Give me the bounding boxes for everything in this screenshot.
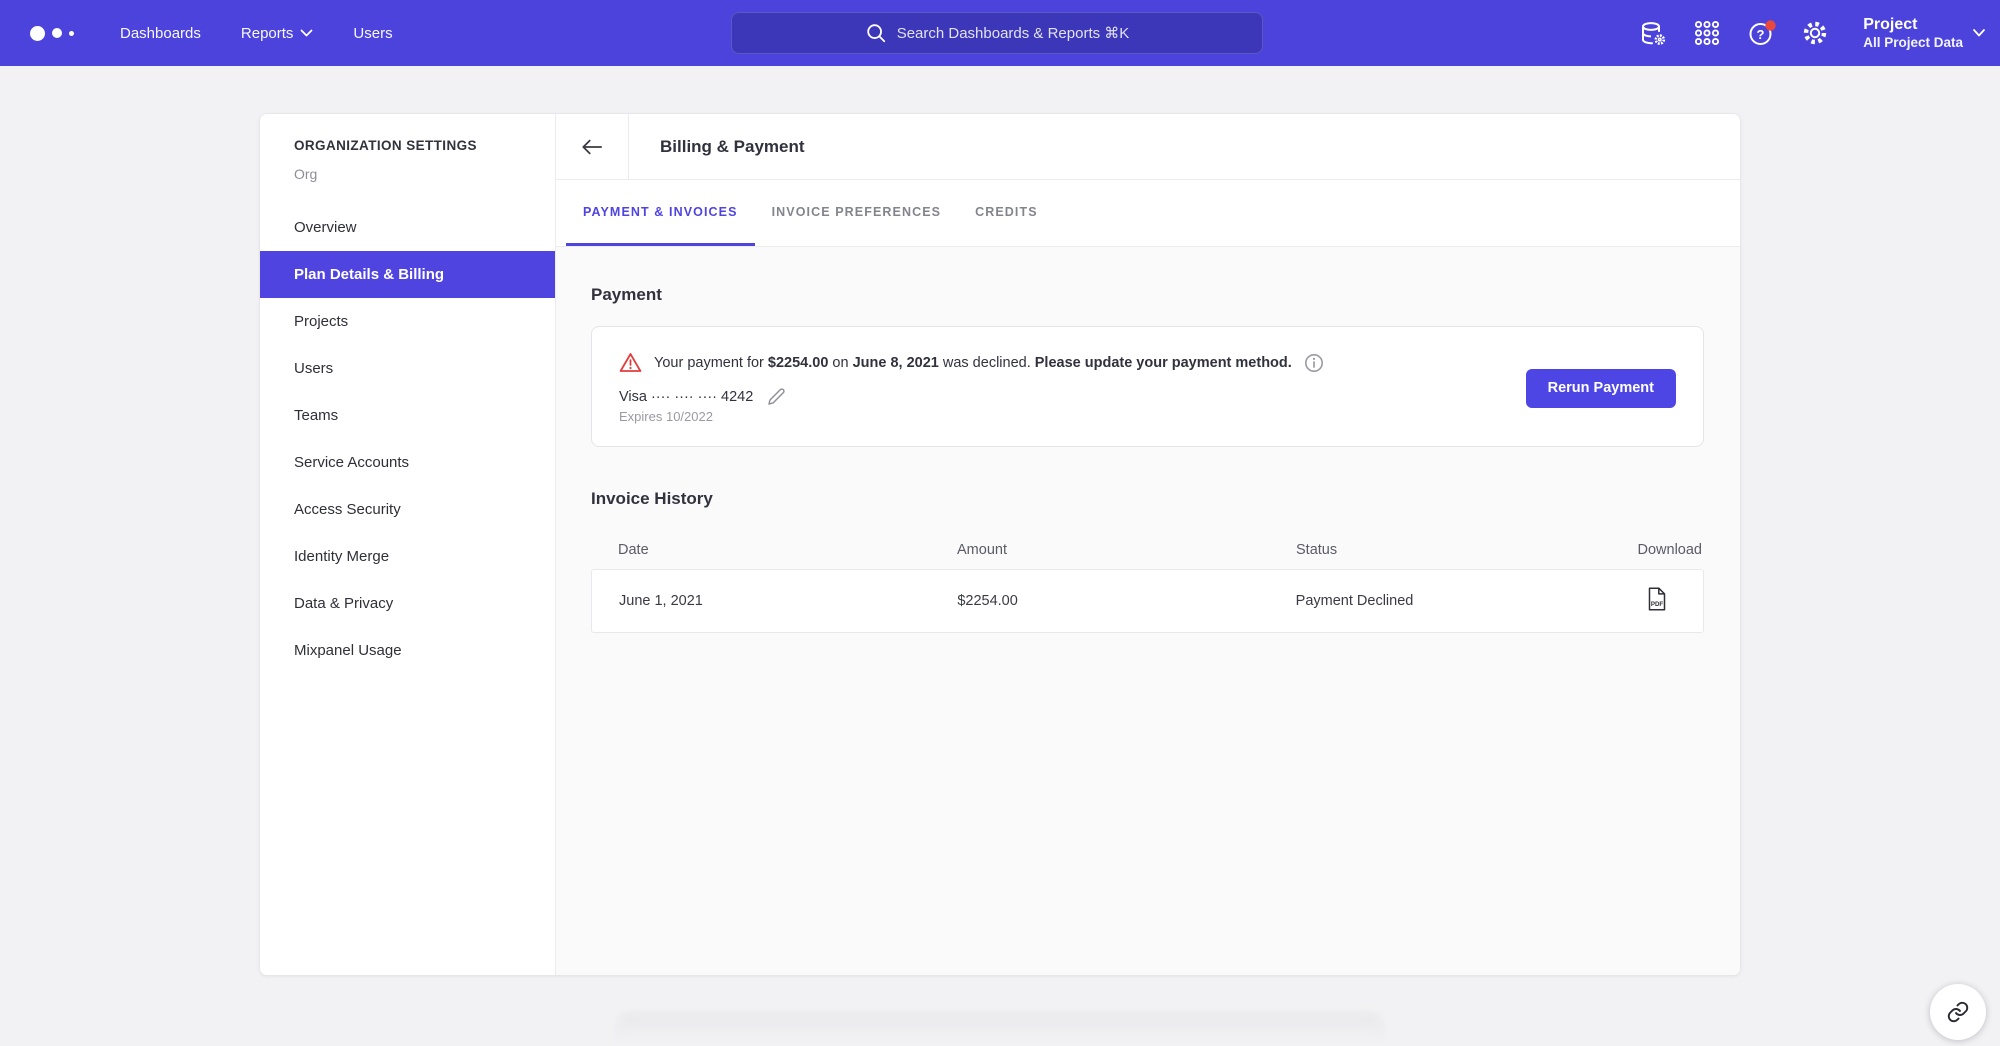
sidebar-item-plan-details-billing[interactable]: Plan Details & Billing bbox=[260, 251, 555, 298]
alert-cta: Please update your payment method. bbox=[1035, 355, 1292, 371]
primary-nav-links: Dashboards Reports Users bbox=[120, 25, 393, 42]
pencil-icon[interactable] bbox=[767, 387, 786, 406]
nav-link-label: Reports bbox=[241, 25, 294, 42]
sidebar-item-teams[interactable]: Teams bbox=[260, 392, 555, 439]
billing-tabs: PAYMENT & INVOICES INVOICE PREFERENCES C… bbox=[556, 180, 1740, 247]
invoice-amount: $2254.00 bbox=[930, 593, 1268, 609]
database-gear-icon[interactable] bbox=[1639, 19, 1667, 47]
invoice-table: Date Amount Status Download June 1, 2021… bbox=[591, 531, 1704, 633]
billing-header: Billing & Payment bbox=[556, 114, 1740, 180]
tab-payment-invoices[interactable]: PAYMENT & INVOICES bbox=[566, 180, 755, 246]
tab-invoice-preferences[interactable]: INVOICE PREFERENCES bbox=[755, 180, 959, 246]
nav-link-label: Dashboards bbox=[120, 25, 201, 42]
chevron-down-icon bbox=[1972, 28, 1986, 38]
link-fab-button[interactable] bbox=[1930, 984, 1986, 1040]
payment-method-summary: Visa ···· ···· ···· 4242 bbox=[619, 387, 1324, 406]
settings-sidebar: ORGANIZATION SETTINGS Org Overview Plan … bbox=[260, 114, 556, 975]
column-date: Date bbox=[591, 542, 930, 558]
alert-text: Your payment for $2254.00 on June 8, 202… bbox=[654, 355, 1292, 371]
sidebar-item-overview[interactable]: Overview bbox=[260, 204, 555, 251]
card-number: Visa ···· ···· ···· 4242 bbox=[619, 389, 753, 405]
project-label: Project bbox=[1863, 15, 1963, 35]
arrow-left-icon bbox=[581, 138, 603, 156]
invoice-date: June 1, 2021 bbox=[592, 593, 930, 609]
invoice-table-header: Date Amount Status Download bbox=[591, 531, 1704, 569]
logo-dot-large bbox=[30, 26, 45, 41]
alert-date: June 8, 2021 bbox=[853, 355, 939, 371]
mixpanel-logo[interactable] bbox=[30, 26, 92, 41]
nav-link-users[interactable]: Users bbox=[353, 25, 392, 42]
rerun-payment-button[interactable]: Rerun Payment bbox=[1526, 369, 1676, 408]
invoice-history-heading: Invoice History bbox=[591, 489, 1704, 509]
link-icon bbox=[1946, 1000, 1970, 1024]
invoice-status: Payment Declined bbox=[1269, 593, 1607, 609]
card-expiry: Expires 10/2022 bbox=[619, 409, 1324, 424]
nav-right-controls: ? Project All Project Data bbox=[1639, 15, 1986, 52]
billing-main-area: Billing & Payment PAYMENT & INVOICES INV… bbox=[556, 114, 1740, 975]
top-nav-bar: Dashboards Reports Users Search Dashboar… bbox=[0, 0, 2000, 66]
logo-dot-medium bbox=[52, 28, 62, 38]
nav-link-label: Users bbox=[353, 25, 392, 42]
payment-alert-card: Your payment for $2254.00 on June 8, 202… bbox=[591, 326, 1704, 447]
warning-triangle-icon bbox=[619, 352, 642, 373]
logo-dot-small bbox=[69, 31, 74, 36]
project-value: All Project Data bbox=[1863, 35, 1963, 52]
alert-prefix: Your payment for bbox=[654, 355, 768, 371]
org-settings-heading: ORGANIZATION SETTINGS bbox=[260, 138, 555, 153]
alert-amount: $2254.00 bbox=[768, 355, 828, 371]
search-placeholder: Search Dashboards & Reports ⌘K bbox=[897, 24, 1130, 42]
pdf-download-button[interactable]: PDF bbox=[1647, 587, 1667, 611]
gear-icon[interactable] bbox=[1801, 19, 1829, 47]
payment-declined-alert: Your payment for $2254.00 on June 8, 202… bbox=[619, 352, 1324, 373]
project-switcher[interactable]: Project All Project Data bbox=[1863, 15, 1986, 52]
chevron-down-icon bbox=[300, 29, 313, 38]
sidebar-item-users[interactable]: Users bbox=[260, 345, 555, 392]
settings-panel: ORGANIZATION SETTINGS Org Overview Plan … bbox=[259, 113, 1741, 976]
svg-text:PDF: PDF bbox=[1651, 601, 1664, 608]
svg-text:?: ? bbox=[1757, 27, 1765, 42]
org-name: Org bbox=[260, 166, 555, 182]
search-icon bbox=[865, 22, 887, 44]
alert-mid: was declined. bbox=[939, 355, 1035, 371]
column-download: Download bbox=[1608, 542, 1704, 558]
column-amount: Amount bbox=[930, 542, 1269, 558]
payment-section-heading: Payment bbox=[591, 285, 1704, 305]
column-status: Status bbox=[1269, 542, 1608, 558]
back-button[interactable] bbox=[556, 114, 629, 179]
alert-mid: on bbox=[828, 355, 852, 371]
sidebar-item-service-accounts[interactable]: Service Accounts bbox=[260, 439, 555, 486]
apps-grid-icon[interactable] bbox=[1693, 19, 1721, 47]
sidebar-item-projects[interactable]: Projects bbox=[260, 298, 555, 345]
payment-alert-left: Your payment for $2254.00 on June 8, 202… bbox=[619, 352, 1324, 424]
sidebar-menu: Overview Plan Details & Billing Projects… bbox=[260, 204, 555, 674]
search-input[interactable]: Search Dashboards & Reports ⌘K bbox=[731, 12, 1263, 54]
pdf-file-icon: PDF bbox=[1647, 587, 1667, 611]
bottom-sheet-shadow bbox=[615, 1012, 1385, 1046]
tab-credits[interactable]: CREDITS bbox=[958, 180, 1055, 246]
invoice-row: June 1, 2021 $2254.00 Payment Declined P… bbox=[591, 569, 1704, 633]
page-title: Billing & Payment bbox=[629, 114, 805, 179]
sidebar-item-identity-merge[interactable]: Identity Merge bbox=[260, 533, 555, 580]
nav-link-dashboards[interactable]: Dashboards bbox=[120, 25, 201, 42]
sidebar-item-mixpanel-usage[interactable]: Mixpanel Usage bbox=[260, 627, 555, 674]
info-circle-icon[interactable] bbox=[1304, 353, 1324, 373]
notification-badge bbox=[1766, 20, 1776, 30]
sidebar-item-data-privacy[interactable]: Data & Privacy bbox=[260, 580, 555, 627]
sidebar-item-access-security[interactable]: Access Security bbox=[260, 486, 555, 533]
nav-link-reports[interactable]: Reports bbox=[241, 25, 314, 42]
help-circle-icon[interactable]: ? bbox=[1747, 19, 1775, 47]
tab-content: Payment Your payment for $2254.00 on Jun… bbox=[556, 247, 1740, 975]
